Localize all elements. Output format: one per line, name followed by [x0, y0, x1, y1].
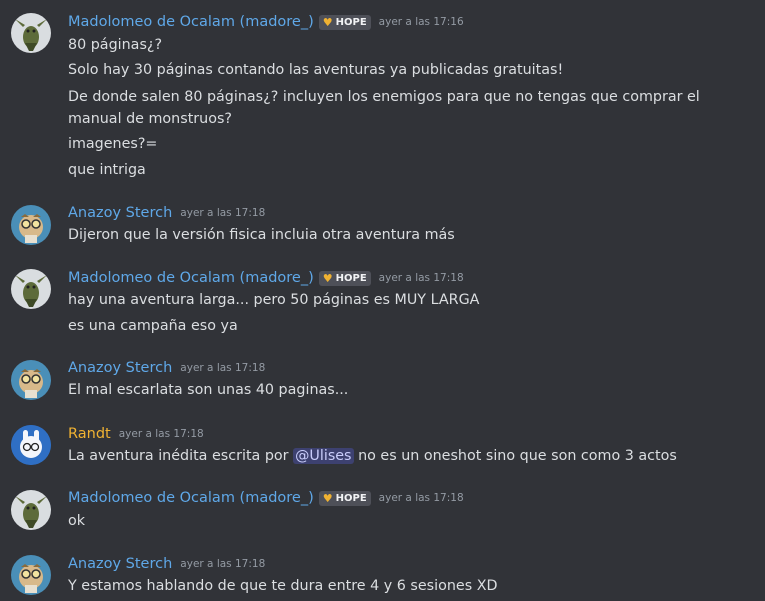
avatar[interactable] [11, 269, 51, 309]
timestamp: ayer a las 17:16 [378, 16, 464, 28]
heart-icon: ♥ [322, 491, 333, 505]
message-text: Dijeron que la versión fisica incluia ot… [68, 227, 455, 243]
author-name[interactable]: Madolomeo de Ocalam (madore_) [68, 270, 314, 286]
timestamp: ayer a las 17:18 [378, 272, 464, 284]
author-name[interactable]: Anazoy Sterch [68, 556, 172, 572]
timestamp: ayer a las 17:18 [180, 362, 266, 374]
message-text-after: no es un oneshot sino que son como 3 act… [358, 448, 677, 464]
clan-tag[interactable]: ♥ HOPE [318, 270, 371, 286]
timestamp: ayer a las 17:18 [180, 207, 266, 219]
clan-tag[interactable]: ♥ HOPE [318, 490, 371, 506]
author-name[interactable]: Madolomeo de Ocalam (madore_) [68, 490, 314, 506]
goblin-avatar-icon [15, 496, 47, 528]
bunny-avatar-icon [11, 425, 51, 465]
owl-avatar-icon [19, 369, 43, 398]
message-text: hay una aventura larga... pero 50 página… [68, 292, 480, 308]
heart-icon: ♥ [322, 15, 333, 29]
owl-avatar-icon [19, 564, 43, 593]
message-text: El mal escarlata son unas 40 paginas... [68, 382, 349, 398]
message-text: ok [68, 513, 86, 529]
message-text: Y estamos hablando de que te dura entre … [68, 578, 498, 594]
author-name[interactable]: Anazoy Sterch [68, 360, 172, 376]
avatar[interactable] [11, 555, 51, 595]
message-text: De donde salen 80 páginas¿? incluyen los… [68, 89, 700, 127]
goblin-avatar-icon [15, 19, 47, 51]
avatar[interactable] [11, 490, 51, 530]
author-name[interactable]: Anazoy Sterch [68, 205, 172, 221]
avatar[interactable] [11, 205, 51, 245]
message-text: que intriga [68, 162, 146, 178]
timestamp: ayer a las 17:18 [378, 492, 464, 504]
message-text: imagenes?= [68, 136, 158, 152]
avatar[interactable] [11, 425, 51, 465]
message-text: 80 páginas¿? [68, 37, 163, 53]
message-text-before: La aventura inédita escrita por [68, 448, 289, 464]
avatar[interactable] [11, 13, 51, 53]
timestamp: ayer a las 17:18 [180, 558, 266, 570]
clan-tag[interactable]: ♥ HOPE [318, 14, 371, 30]
author-name[interactable]: Randt [68, 426, 111, 442]
author-name[interactable]: Madolomeo de Ocalam (madore_) [68, 14, 314, 30]
heart-icon: ♥ [322, 271, 333, 285]
message-text: Solo hay 30 páginas contando las aventur… [68, 62, 564, 78]
message-text: es una campaña eso ya [68, 318, 238, 334]
goblin-avatar-icon [15, 275, 47, 307]
timestamp: ayer a las 17:18 [118, 428, 204, 440]
owl-avatar-icon [19, 214, 43, 243]
user-mention[interactable]: @Ulises [293, 448, 354, 464]
message-text: La aventura inédita escrita por @Ulises … [68, 445, 745, 467]
avatar[interactable] [11, 360, 51, 400]
